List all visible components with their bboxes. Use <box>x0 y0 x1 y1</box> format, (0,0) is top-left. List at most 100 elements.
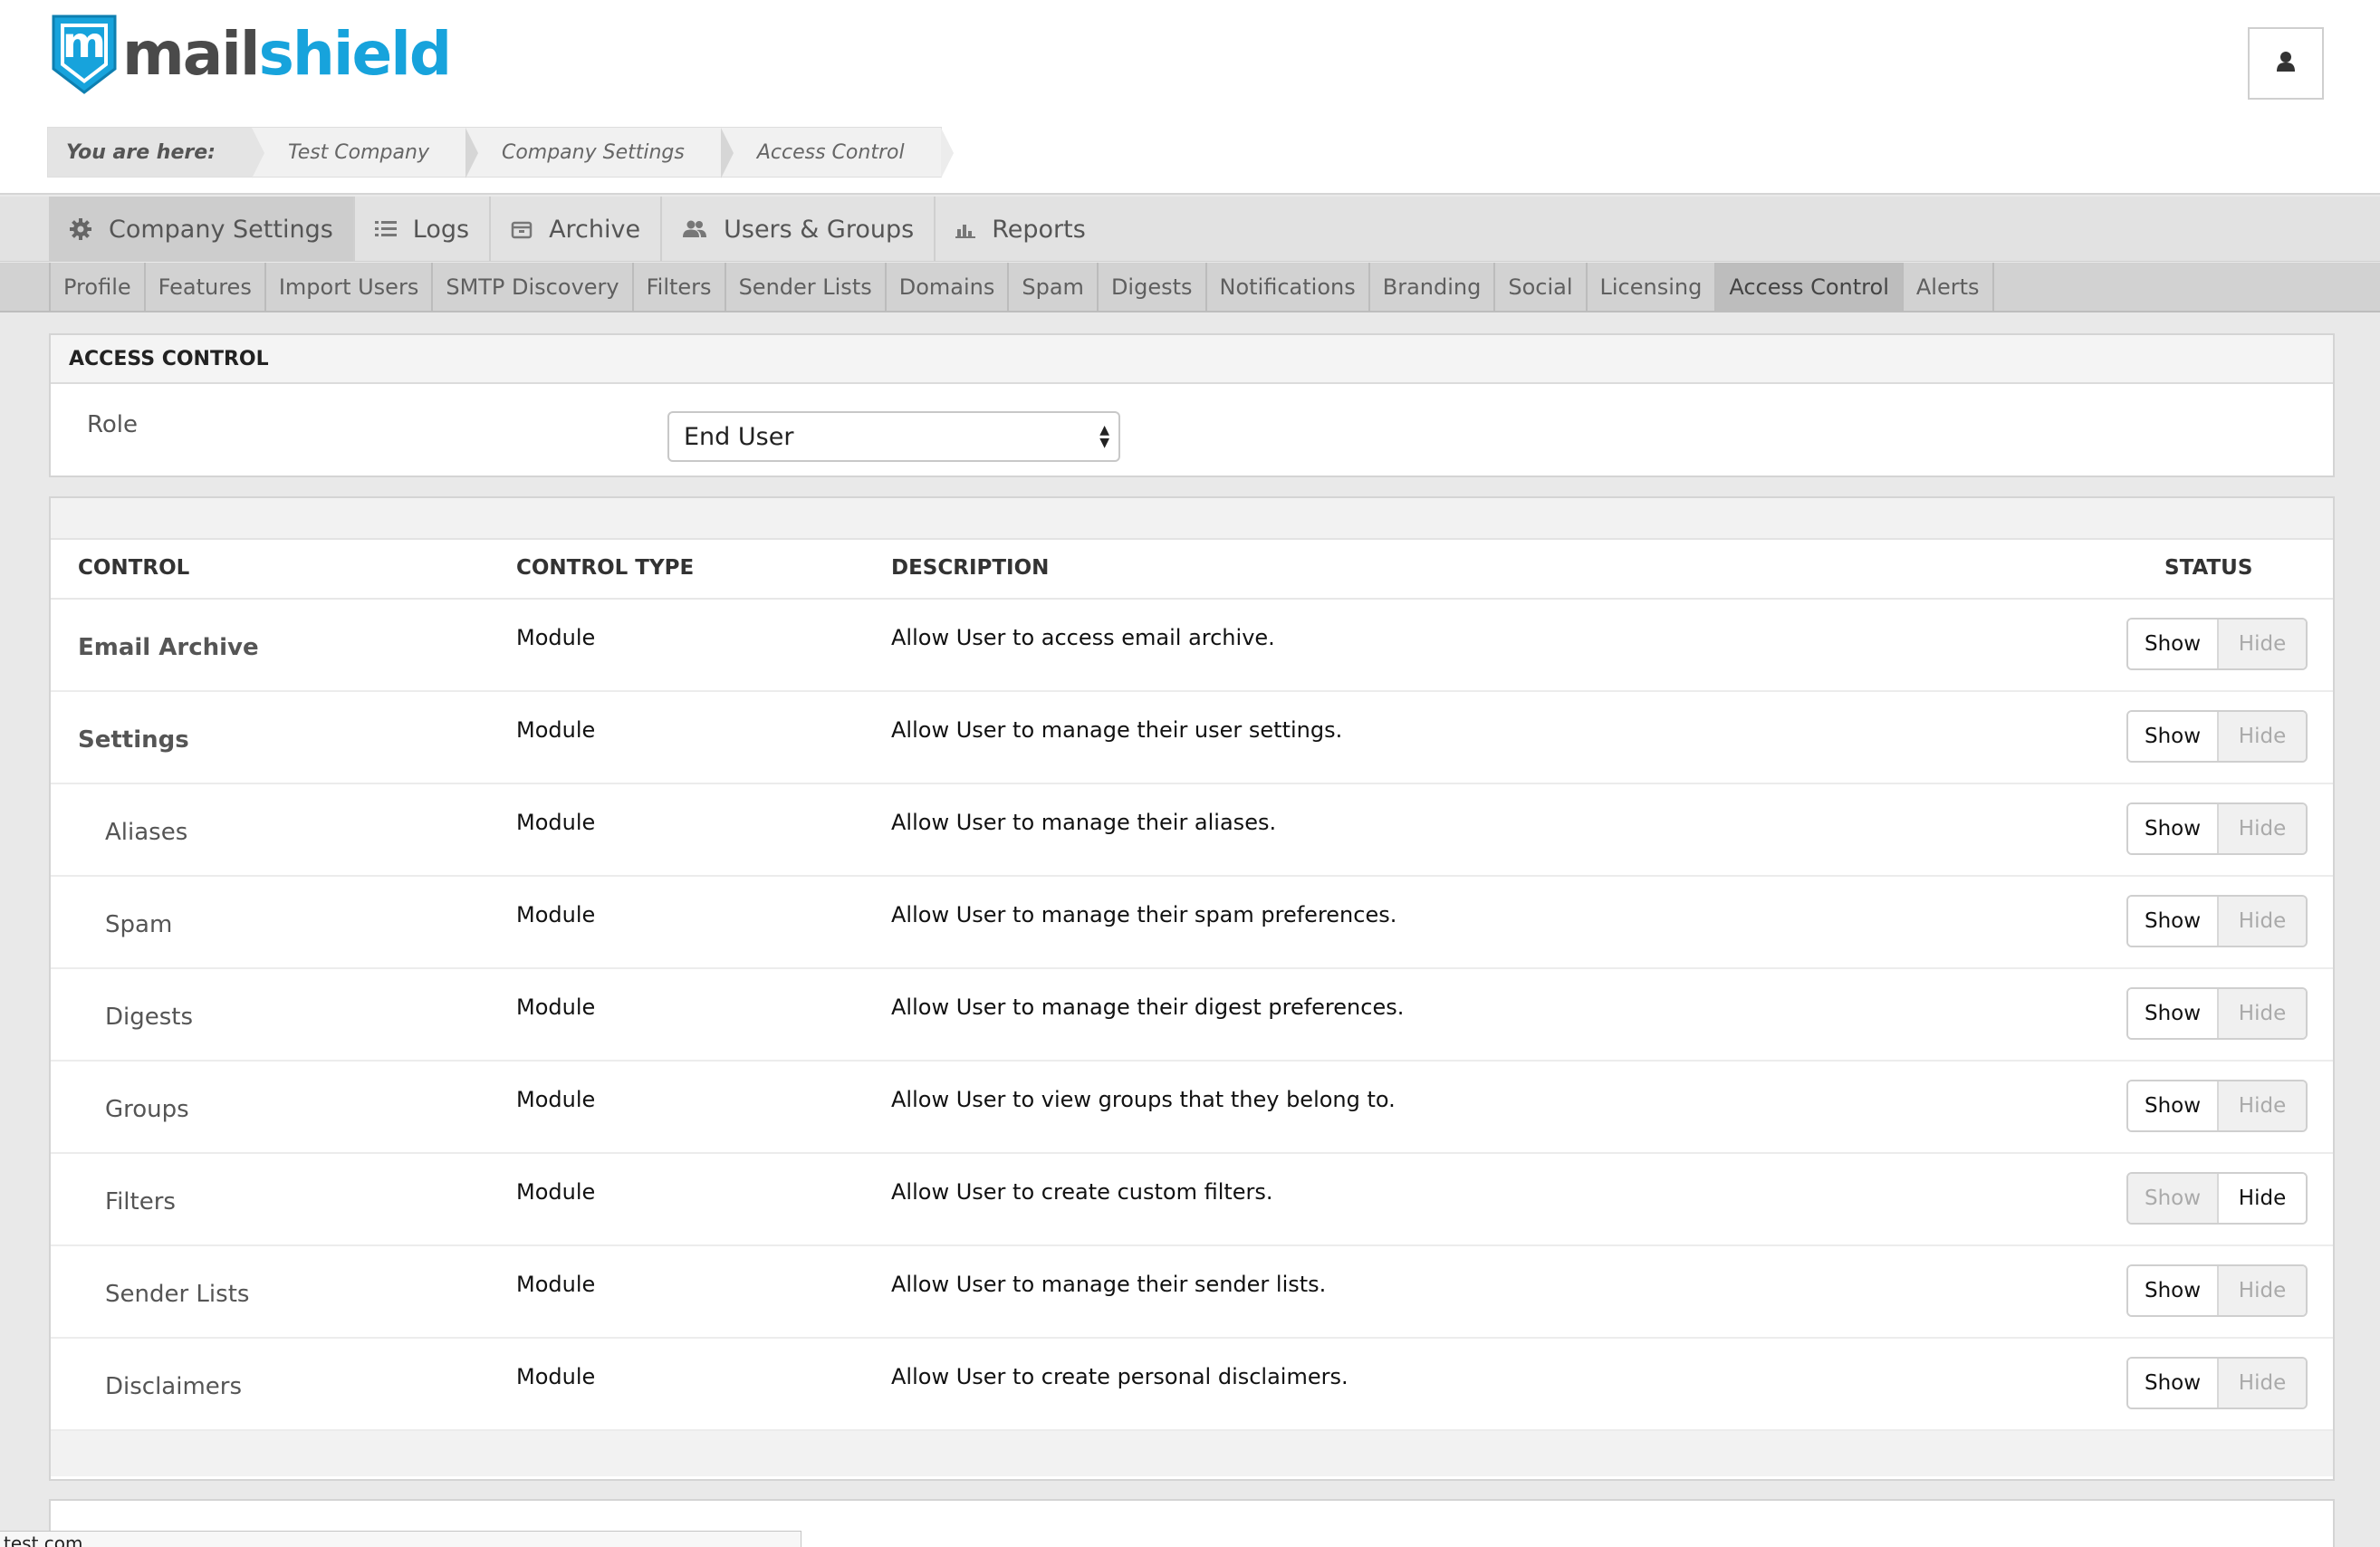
hide-button[interactable]: Hide <box>2217 1081 2306 1130</box>
subnav-branding[interactable]: Branding <box>1370 263 1496 311</box>
control-type: Module <box>516 1179 596 1205</box>
subnav-profile[interactable]: Profile <box>49 263 146 311</box>
control-name: Spam <box>105 911 173 938</box>
nav-archive[interactable]: Archive <box>491 197 663 262</box>
status-toggle: Show Hide <box>2126 1357 2308 1409</box>
panel-title: ACCESS CONTROL <box>51 335 2333 384</box>
breadcrumb-access-control[interactable]: Access Control <box>721 128 954 178</box>
sub-nav: Profile Features Import Users SMTP Disco… <box>0 263 2380 312</box>
main-nav: Company Settings Logs Archive Users & Gr… <box>0 197 2380 262</box>
hide-button[interactable]: Hide <box>2217 620 2306 668</box>
hide-button[interactable]: Hide <box>2217 897 2306 946</box>
nav-reports[interactable]: Reports <box>936 197 1106 262</box>
control-name: Filters <box>105 1188 176 1216</box>
table-row: Filters Module Allow User to create custom… <box>51 1154 2333 1246</box>
table-toolbar <box>51 498 2333 540</box>
table-row: Disclaimers Module Allow User to create pe… <box>51 1339 2333 1431</box>
hide-button[interactable]: Hide <box>2217 1359 2306 1408</box>
control-description: Allow User to manage their sender lists. <box>891 1272 1327 1297</box>
subnav-notifications[interactable]: Notifications <box>1207 263 1370 311</box>
show-button[interactable]: Show <box>2128 804 2217 853</box>
show-button[interactable]: Show <box>2128 989 2217 1038</box>
control-type: Module <box>516 994 596 1020</box>
subnav-digests[interactable]: Digests <box>1099 263 1207 311</box>
subnav-spam[interactable]: Spam <box>1009 263 1099 311</box>
table-row: Sender Lists Module Allow User to manage t… <box>51 1246 2333 1339</box>
subnav-smtp-discovery[interactable]: SMTP Discovery <box>433 263 634 311</box>
bar-chart-icon <box>955 220 976 238</box>
table-row: Spam Module Allow User to manage their spa… <box>51 877 2333 969</box>
show-button[interactable]: Show <box>2128 620 2217 668</box>
hide-button[interactable]: Hide <box>2217 712 2306 761</box>
brand-name: mailshield <box>122 24 452 84</box>
role-select-value: End User <box>684 422 794 451</box>
status-toggle: Show Hide <box>2126 1080 2308 1132</box>
role-label: Role <box>87 411 139 438</box>
hide-button[interactable]: Hide <box>2217 989 2306 1038</box>
nav-label: Archive <box>549 215 641 244</box>
control-description: Allow User to manage their digest prefer… <box>891 994 1405 1020</box>
gear-icon <box>69 217 92 241</box>
table-body: Email Archive Module Allow User to access … <box>51 600 2333 1431</box>
control-type: Module <box>516 810 596 835</box>
subnav-features[interactable]: Features <box>146 263 266 311</box>
nav-company-settings[interactable]: Company Settings <box>49 197 355 262</box>
subnav-access-control[interactable]: Access Control <box>1716 263 1904 311</box>
breadcrumb: You are here: Test Company Company Setti… <box>47 127 954 178</box>
control-type: Module <box>516 717 596 743</box>
subnav-alerts[interactable]: Alerts <box>1904 263 1994 311</box>
show-button[interactable]: Show <box>2128 712 2217 761</box>
subnav-sender-lists[interactable]: Sender Lists <box>726 263 887 311</box>
control-description: Allow User to access email archive. <box>891 625 1275 650</box>
subnav-filters[interactable]: Filters <box>634 263 726 311</box>
show-button[interactable]: Show <box>2128 1359 2217 1408</box>
nav-label: Users & Groups <box>724 215 915 244</box>
show-button[interactable]: Show <box>2128 1081 2217 1130</box>
header-description: DESCRIPTION <box>891 556 1050 580</box>
breadcrumb-test-company[interactable]: Test Company <box>252 128 478 178</box>
subnav-import-users[interactable]: Import Users <box>266 263 434 311</box>
control-name: Disclaimers <box>105 1373 243 1400</box>
control-description: Allow User to manage their spam preferen… <box>891 902 1397 927</box>
status-toggle: Show Hide <box>2126 987 2308 1040</box>
control-description: Allow User to manage their aliases. <box>891 810 1277 835</box>
show-button[interactable]: Show <box>2128 897 2217 946</box>
subnav-social[interactable]: Social <box>1495 263 1588 311</box>
user-menu-button[interactable] <box>2248 27 2324 100</box>
hide-button[interactable]: Hide <box>2217 1174 2306 1223</box>
header-control-type: CONTROL TYPE <box>516 556 695 580</box>
status-toggle: Show Hide <box>2126 802 2308 855</box>
show-button[interactable]: Show <box>2128 1174 2217 1223</box>
table-row: Digests Module Allow User to manage their … <box>51 969 2333 1062</box>
nav-label: Reports <box>992 215 1086 244</box>
table-row: Settings Module Allow User to manage their… <box>51 692 2333 784</box>
control-name: Email Archive <box>78 634 259 661</box>
table-row: Groups Module Allow User to view groups th… <box>51 1062 2333 1154</box>
controls-table-panel: CONTROL CONTROL TYPE DESCRIPTION STATUS … <box>49 496 2335 1481</box>
mailshield-logo[interactable]: m mailshield <box>50 11 452 97</box>
hide-button[interactable]: Hide <box>2217 804 2306 853</box>
header: m mailshield You are here: Test Company … <box>0 0 2380 195</box>
subnav-licensing[interactable]: Licensing <box>1588 263 1717 311</box>
select-arrows-icon: ▲ ▼ <box>1099 423 1109 450</box>
breadcrumb-company-settings[interactable]: Company Settings <box>465 128 734 178</box>
control-description: Allow User to view groups that they belo… <box>891 1087 1396 1112</box>
nav-users-groups[interactable]: Users & Groups <box>662 197 936 262</box>
control-type: Module <box>516 1272 596 1297</box>
role-select[interactable]: End User ▲ ▼ <box>667 411 1120 462</box>
subnav-domains[interactable]: Domains <box>887 263 1010 311</box>
control-description: Allow User to manage their user settings… <box>891 717 1343 743</box>
show-button[interactable]: Show <box>2128 1266 2217 1315</box>
nav-logs[interactable]: Logs <box>355 197 492 262</box>
control-name: Sender Lists <box>105 1281 250 1308</box>
control-name: Aliases <box>105 819 188 846</box>
table-header: CONTROL CONTROL TYPE DESCRIPTION STATUS <box>51 540 2333 600</box>
hide-button[interactable]: Hide <box>2217 1266 2306 1315</box>
status-toggle: Show Hide <box>2126 710 2308 763</box>
breadcrumb-lead: You are here: <box>48 128 264 178</box>
nav-label: Logs <box>412 215 470 244</box>
browser-status-bar: test.com <box>0 1531 801 1547</box>
logo-letter: m <box>62 17 106 67</box>
shield-logo-icon: m <box>50 13 119 96</box>
access-control-panel: ACCESS CONTROL Role End User ▲ ▼ <box>49 333 2335 477</box>
